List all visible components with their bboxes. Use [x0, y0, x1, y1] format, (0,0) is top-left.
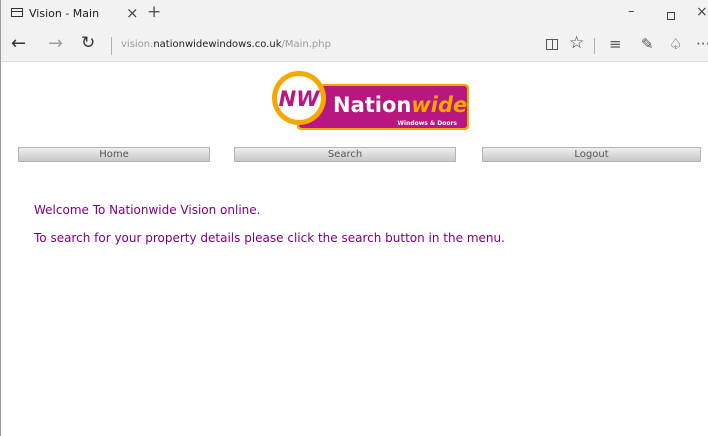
web-note-icon[interactable]: ✎	[641, 35, 654, 53]
maximize-icon[interactable]	[667, 12, 675, 20]
home-button[interactable]: Home	[18, 147, 210, 162]
new-tab-icon[interactable]: +	[147, 2, 161, 22]
back-icon[interactable]: ←	[11, 33, 26, 54]
url-field[interactable]: vision.nationwidewindows.co.uk/Main.php	[121, 39, 331, 50]
url-prefix: vision.	[121, 39, 154, 50]
welcome-message: Welcome To Nationwide Vision online.	[34, 203, 261, 217]
tab-strip: Vision - Main × + – ×	[1, 0, 708, 29]
url-domain: nationwidewindows.co.uk	[153, 39, 282, 50]
reading-view-icon[interactable]	[546, 39, 558, 50]
page-content: NW Nationwide Windows & Doors Home Searc…	[1, 62, 708, 436]
minimize-icon[interactable]: –	[628, 4, 635, 19]
window-close-icon[interactable]: ×	[696, 4, 708, 20]
share-icon[interactable]: ♤	[669, 35, 682, 53]
tab-title: Vision - Main	[29, 7, 100, 20]
logo-brand-text: Nationwide	[333, 93, 467, 117]
logo-brand-main: Nation	[333, 93, 411, 117]
page-icon	[11, 8, 23, 17]
forward-icon[interactable]: →	[48, 33, 63, 54]
more-icon[interactable]: ···	[696, 35, 708, 53]
toolbar-divider	[594, 38, 595, 54]
address-bar: ← → ↻ vision.nationwidewindows.co.uk/Mai…	[1, 29, 708, 62]
logo-brand-accent: wide	[411, 93, 467, 117]
hub-icon[interactable]: ≡	[609, 35, 622, 53]
tab-vision-main[interactable]: Vision - Main ×	[1, 0, 139, 29]
search-instructions: To search for your property details plea…	[34, 231, 505, 245]
browser-window: Vision - Main × + – × ← → ↻ vision.natio…	[0, 0, 708, 436]
tab-close-icon[interactable]: ×	[126, 4, 139, 22]
address-divider	[111, 37, 112, 55]
search-button[interactable]: Search	[234, 147, 456, 162]
url-path: /Main.php	[281, 39, 331, 50]
refresh-icon[interactable]: ↻	[81, 33, 95, 53]
logo-tagline: Windows & Doors	[397, 120, 457, 127]
nationwide-logo: NW Nationwide Windows & Doors	[272, 71, 469, 130]
logout-button[interactable]: Logout	[482, 147, 701, 162]
favorite-star-icon[interactable]: ☆	[569, 33, 584, 53]
logo-initials: NW	[279, 87, 321, 111]
